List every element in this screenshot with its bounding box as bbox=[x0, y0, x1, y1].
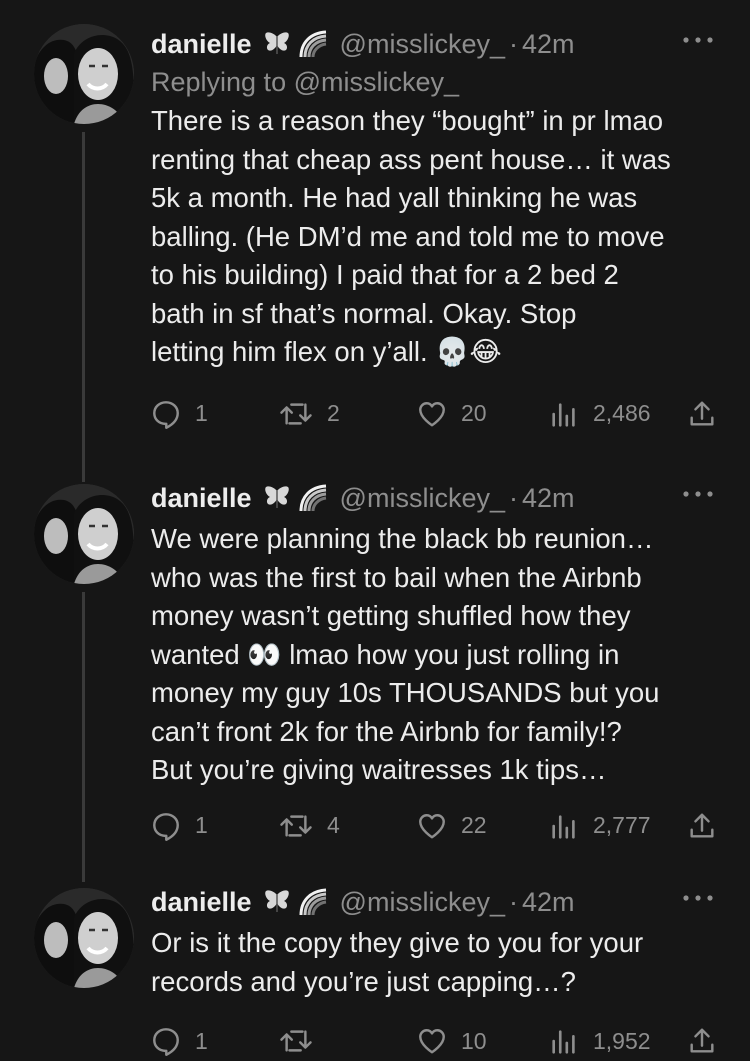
tweet-actions: 1 2 20 2,486 bbox=[151, 394, 726, 434]
reply-count: 1 bbox=[195, 400, 208, 426]
reply-icon bbox=[151, 399, 181, 429]
tweet-actions: 1 10 1,952 bbox=[151, 1021, 726, 1061]
timestamp[interactable]: 42m bbox=[522, 29, 575, 60]
retweet-icon bbox=[279, 811, 313, 841]
like-button[interactable]: 10 bbox=[417, 1021, 487, 1061]
avatar[interactable] bbox=[34, 484, 134, 584]
tweet-header: danielle @misslickey_ · 42m bbox=[151, 478, 726, 518]
rainbow-icon bbox=[298, 29, 328, 59]
views-icon bbox=[549, 1026, 579, 1056]
replying-to[interactable]: Replying to @misslickey_ bbox=[151, 64, 726, 100]
more-options-icon[interactable] bbox=[680, 484, 716, 504]
views-button[interactable]: 1,952 bbox=[549, 1021, 651, 1061]
separator: · bbox=[508, 28, 518, 59]
tweet-header: danielle @misslickey_ · 42m bbox=[151, 882, 726, 922]
reply-button[interactable]: 1 bbox=[151, 394, 208, 434]
user-handle[interactable]: @misslickey_ bbox=[340, 887, 505, 918]
share-button[interactable] bbox=[687, 394, 717, 434]
share-icon bbox=[687, 811, 717, 841]
display-name[interactable]: danielle bbox=[151, 483, 252, 514]
share-button[interactable] bbox=[687, 1021, 717, 1061]
butterfly-icon bbox=[262, 483, 292, 513]
tweet-text: There is a reason they “bought” in pr lm… bbox=[151, 105, 671, 367]
share-button[interactable] bbox=[687, 806, 717, 846]
retweet-count: 2 bbox=[327, 400, 340, 426]
more-options-icon[interactable] bbox=[680, 30, 716, 50]
retweet-button[interactable] bbox=[279, 1021, 327, 1061]
reply-button[interactable]: 1 bbox=[151, 806, 208, 846]
retweet-icon bbox=[279, 1026, 313, 1056]
avatar[interactable] bbox=[34, 24, 134, 124]
user-handle[interactable]: @misslickey_ bbox=[340, 483, 505, 514]
views-button[interactable]: 2,777 bbox=[549, 806, 651, 846]
rainbow-icon bbox=[298, 483, 328, 513]
views-icon bbox=[549, 811, 579, 841]
separator: · bbox=[508, 482, 518, 513]
reply-count: 1 bbox=[195, 1027, 208, 1054]
like-count: 22 bbox=[461, 812, 487, 838]
like-count: 20 bbox=[461, 400, 487, 426]
display-name[interactable]: danielle bbox=[151, 887, 252, 918]
share-icon bbox=[687, 1026, 717, 1056]
view-count: 1,952 bbox=[593, 1027, 651, 1054]
heart-icon bbox=[417, 1026, 447, 1056]
reply-icon bbox=[151, 811, 181, 841]
views-icon bbox=[549, 399, 579, 429]
thread-line bbox=[82, 132, 85, 482]
more-options-icon[interactable] bbox=[680, 888, 716, 908]
heart-icon bbox=[417, 399, 447, 429]
separator: · bbox=[508, 886, 518, 917]
retweet-button[interactable]: 4 bbox=[279, 806, 340, 846]
avatar[interactable] bbox=[34, 888, 134, 988]
share-icon bbox=[687, 399, 717, 429]
like-button[interactable]: 22 bbox=[417, 806, 487, 846]
like-count: 10 bbox=[461, 1027, 487, 1054]
views-button[interactable]: 2,486 bbox=[549, 394, 651, 434]
tweet-text: Or is it the copy they give to you for y… bbox=[151, 927, 644, 997]
retweet-icon bbox=[279, 399, 313, 429]
retweet-button[interactable]: 2 bbox=[279, 394, 340, 434]
view-count: 2,486 bbox=[593, 400, 651, 426]
heart-icon bbox=[417, 811, 447, 841]
display-name[interactable]: danielle bbox=[151, 29, 252, 60]
like-button[interactable]: 20 bbox=[417, 394, 487, 434]
retweet-count: 4 bbox=[327, 812, 340, 838]
timestamp[interactable]: 42m bbox=[522, 887, 575, 918]
rainbow-icon bbox=[298, 887, 328, 917]
reply-count: 1 bbox=[195, 812, 208, 838]
butterfly-icon bbox=[262, 887, 292, 917]
view-count: 2,777 bbox=[593, 812, 651, 838]
reply-icon bbox=[151, 1026, 181, 1056]
tweet-text: We were planning the black bb reunion… w… bbox=[151, 523, 660, 785]
timestamp[interactable]: 42m bbox=[522, 483, 575, 514]
butterfly-icon bbox=[262, 29, 292, 59]
user-handle[interactable]: @misslickey_ bbox=[340, 29, 505, 60]
thread-line bbox=[82, 592, 85, 882]
reply-button[interactable]: 1 bbox=[151, 1021, 208, 1061]
tweet-header: danielle @misslickey_ · 42m bbox=[151, 24, 726, 64]
tweet-actions: 1 4 22 2,777 bbox=[151, 806, 726, 846]
